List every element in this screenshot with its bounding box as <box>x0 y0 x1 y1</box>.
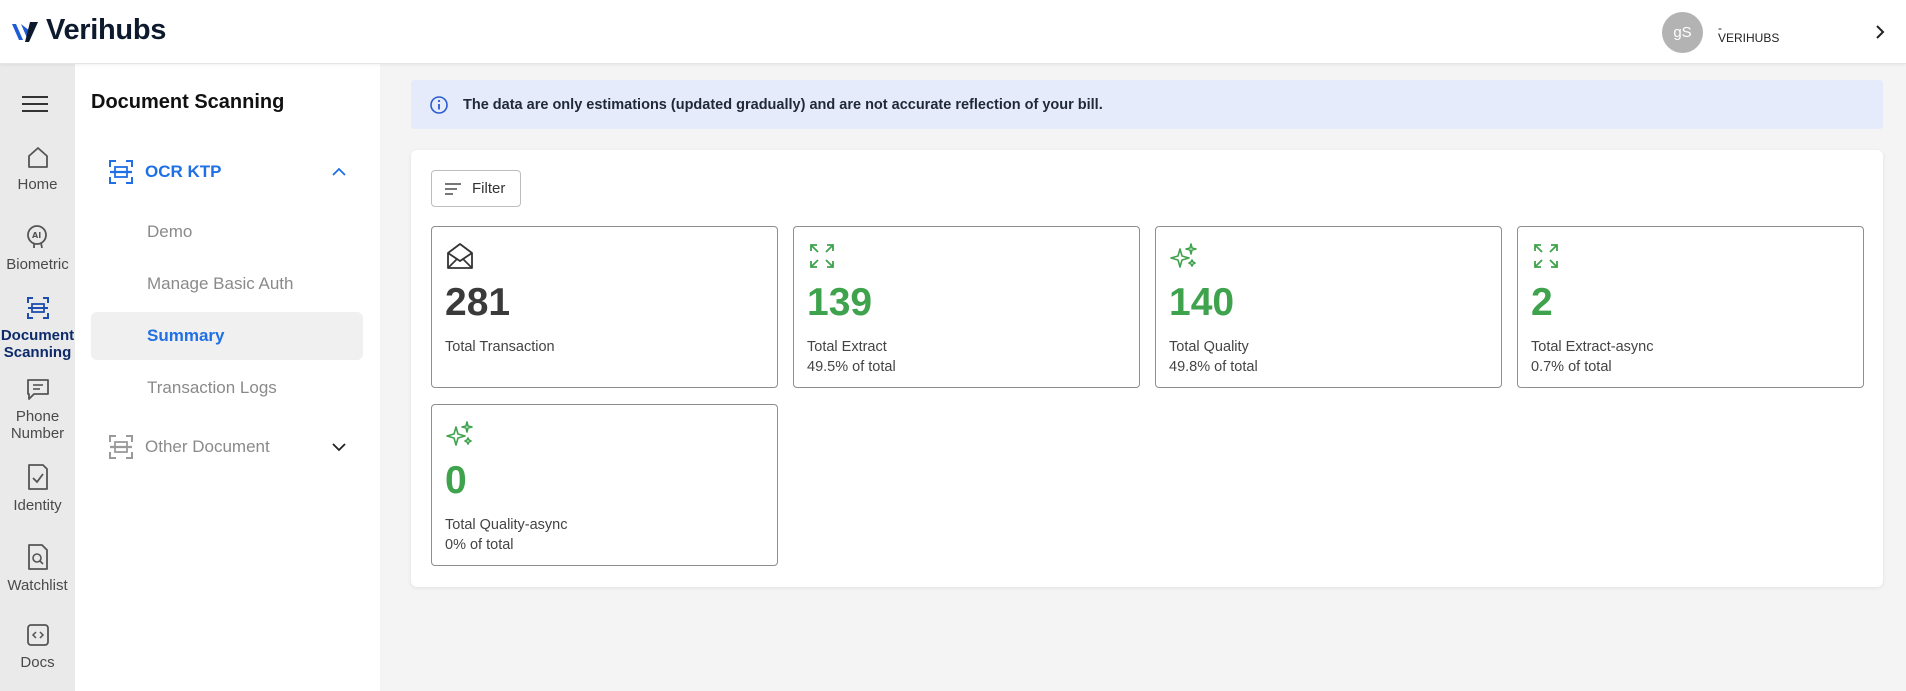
expand-arrows-icon <box>1534 244 1558 268</box>
rail-item-identity[interactable]: Identity <box>0 463 75 514</box>
identity-check-icon <box>27 464 48 490</box>
stat-card-total-transaction: 281 Total Transaction <box>431 226 778 388</box>
sidebar-group-other-document[interactable]: Other Document <box>91 427 361 467</box>
sparkles-icon <box>1170 243 1197 268</box>
info-icon <box>430 95 448 114</box>
stat-percentage: 0.7% of total <box>1531 359 1612 375</box>
sidebar-item-label: Demo <box>147 222 193 241</box>
sidebar-item-transaction-logs[interactable]: Transaction Logs <box>91 364 363 412</box>
stat-value: 2 <box>1531 281 1553 324</box>
svg-text:AI: AI <box>32 231 41 240</box>
document-scan-icon <box>109 160 133 184</box>
filter-label: Filter <box>472 180 506 197</box>
alert-message: The data are only estimations (updated g… <box>463 96 1103 113</box>
filter-lines-icon <box>445 182 461 195</box>
sidebar-item-label: Manage Basic Auth <box>147 274 294 293</box>
sidebar-group-ocr-ktp[interactable]: OCR KTP <box>91 152 361 192</box>
rail-item-docs[interactable]: Docs <box>0 622 75 671</box>
sidebar-item-label: Summary <box>147 326 225 345</box>
app-logo[interactable]: Verihubs <box>10 14 166 47</box>
rail-label-document-scanning: Document Scanning <box>0 327 75 361</box>
stat-label: Total Transaction <box>445 339 555 355</box>
sidebar-item-manage-basic-auth[interactable]: Manage Basic Auth <box>91 260 363 308</box>
stat-label: Total Quality <box>1169 339 1249 355</box>
chevron-down-icon[interactable] <box>331 439 347 455</box>
icon-rail: Home AI Biometric Document Scanning Phon… <box>0 64 75 691</box>
user-info: - VERIHUBS <box>1718 21 1779 45</box>
document-scan-icon <box>109 435 133 459</box>
stat-percentage: 49.5% of total <box>807 359 896 375</box>
user-menu[interactable]: gS - VERIHUBS <box>1662 12 1779 53</box>
stat-card-total-quality-async: 0 Total Quality-async 0% of total <box>431 404 778 566</box>
rail-label-docs: Docs <box>20 654 55 671</box>
rail-label-home: Home <box>17 176 58 193</box>
sidebar-group-label: Other Document <box>145 437 270 456</box>
rail-item-document-scanning[interactable]: Document Scanning <box>0 295 75 361</box>
hamburger-menu-icon[interactable] <box>22 94 48 114</box>
user-org: VERIHUBS <box>1718 30 1780 45</box>
rail-label-identity: Identity <box>13 497 62 514</box>
summary-panel: Filter 281 Total Transaction 139 Total E… <box>411 150 1883 587</box>
home-icon <box>27 147 48 168</box>
chevron-right-icon[interactable] <box>1872 20 1888 44</box>
chevron-up-icon[interactable] <box>331 164 347 180</box>
envelope-open-icon <box>447 243 473 269</box>
user-name: - <box>1718 20 1722 35</box>
app-name: Verihubs <box>46 14 167 46</box>
sparkles-icon <box>446 421 473 446</box>
stat-percentage: 0% of total <box>445 537 514 553</box>
ai-face-icon: AI <box>26 225 47 249</box>
message-icon <box>26 379 49 400</box>
filter-button[interactable]: Filter <box>431 170 521 207</box>
stat-value: 281 <box>445 281 511 324</box>
rail-item-biometric[interactable]: AI Biometric <box>0 224 75 273</box>
info-alert: The data are only estimations (updated g… <box>411 80 1883 129</box>
avatar: gS <box>1662 12 1703 53</box>
stat-percentage: 49.8% of total <box>1169 359 1258 375</box>
stat-value: 0 <box>445 459 467 502</box>
code-icon <box>26 624 49 646</box>
rail-item-home[interactable]: Home <box>0 144 75 193</box>
stat-label: Total Extract <box>807 339 887 355</box>
rail-label-phone-number: Phone Number <box>10 408 65 442</box>
sidebar-item-summary[interactable]: Summary <box>91 312 363 360</box>
stat-value: 140 <box>1169 281 1235 324</box>
rail-label-watchlist: Watchlist <box>7 577 68 594</box>
stat-label: Total Extract-async <box>1531 339 1654 355</box>
stat-card-total-extract-async: 2 Total Extract-async 0.7% of total <box>1517 226 1864 388</box>
expand-arrows-icon <box>810 244 834 268</box>
stat-label: Total Quality-async <box>445 517 568 533</box>
sidebar-item-label: Transaction Logs <box>147 378 277 397</box>
sidebar-group-label: OCR KTP <box>145 162 222 181</box>
stat-card-total-quality: 140 Total Quality 49.8% of total <box>1155 226 1502 388</box>
top-bar: Verihubs gS - VERIHUBS <box>0 0 1906 64</box>
sidebar-item-demo[interactable]: Demo <box>91 208 363 256</box>
rail-item-watchlist[interactable]: Watchlist <box>0 543 75 594</box>
stat-card-total-extract: 139 Total Extract 49.5% of total <box>793 226 1140 388</box>
rail-label-biometric: Biometric <box>6 256 69 273</box>
stat-value: 139 <box>807 281 873 324</box>
document-scan-icon <box>26 297 49 319</box>
verihubs-logo-icon <box>12 21 38 42</box>
document-search-icon <box>27 544 48 570</box>
sidebar-title: Document Scanning <box>91 91 285 113</box>
rail-item-phone-number[interactable]: Phone Number <box>0 376 75 442</box>
secondary-sidebar: Document Scanning OCR KTP Demo Manage Ba… <box>75 64 380 691</box>
